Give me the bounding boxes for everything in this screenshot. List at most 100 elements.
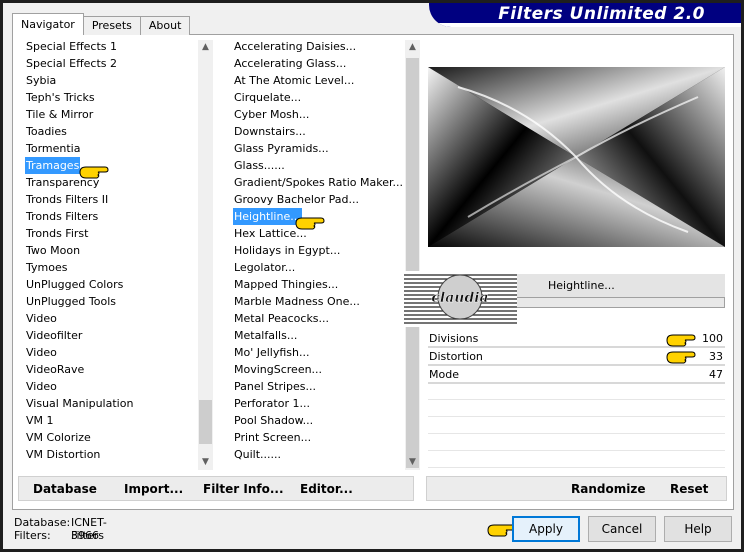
list-item[interactable]: Video [18,310,196,327]
list-item[interactable]: Videofilter [18,327,196,344]
list-item-label: MovingScreen... [234,363,323,376]
param-name: Distortion [429,350,483,363]
preview-image [428,67,725,247]
list-item-label: Visual Manipulation [26,397,134,410]
status-filters-value: 3966 [71,529,99,542]
category-scrollbar[interactable]: ▲ ▼ [198,40,213,470]
database-button[interactable]: Database [33,482,97,496]
list-item-label: At The Atomic Level... [234,74,355,87]
list-item[interactable]: VM Distortion [18,446,196,463]
status-database: Database: ICNET-Filters [14,516,107,542]
list-item-label: UnPlugged Colors [26,278,124,291]
list-item[interactable]: MovingScreen... [226,361,404,378]
scroll-down-icon[interactable]: ▼ [198,455,213,470]
list-item[interactable]: Downstairs... [226,123,404,140]
tab-about[interactable]: About [139,16,191,35]
tab-presets[interactable]: Presets [82,16,141,35]
list-item-label: Glass...... [234,159,285,172]
list-item[interactable]: Perforator 1... [226,395,404,412]
list-item[interactable]: VideoRave [18,361,196,378]
empty-param-slots [428,383,725,471]
randomize-button[interactable]: Randomize [571,482,645,496]
list-item[interactable]: Accelerating Glass... [226,55,404,72]
filter-list[interactable]: Accelerating Daisies... Accelerating Glas… [226,38,404,470]
list-item-label: Tramages [25,157,81,174]
list-item[interactable]: Tormentia [18,140,196,157]
list-item[interactable]: Marble Madness One... [226,293,404,310]
list-item[interactable]: At The Atomic Level... [226,72,404,89]
scroll-down-icon[interactable]: ▼ [405,455,420,470]
list-item-label: Teph's Tricks [26,91,95,104]
list-item[interactable]: Metal Peacocks... [226,310,404,327]
param-mode[interactable]: Mode 47 [428,366,725,384]
filter-info-button[interactable]: Filter Info... [203,482,284,496]
list-item-label: Mo' Jellyfish... [234,346,310,359]
list-item[interactable]: VM Colorize [18,429,196,446]
list-item[interactable]: Mapped Thingies... [226,276,404,293]
list-item[interactable]: Toadies [18,123,196,140]
list-item[interactable]: Mo' Jellyfish... [226,344,404,361]
list-item-label: Quilt...... [234,448,282,461]
current-filter-name: Heightline... [548,279,615,292]
help-button[interactable]: Help [664,516,732,542]
list-item[interactable]: Visual Manipulation [18,395,196,412]
list-item[interactable]: Sybia [18,72,196,89]
editor-button[interactable]: Editor... [300,482,353,496]
list-item[interactable]: VM 1 [18,412,196,429]
list-item[interactable]: Special Effects 1 [18,38,196,55]
list-item-label: Two Moon [26,244,81,257]
list-item[interactable]: Legolator... [226,259,404,276]
list-item[interactable]: Tronds Filters II [18,191,196,208]
list-item-label: Special Effects 2 [26,57,118,70]
list-item[interactable]: Holidays in Egypt... [226,242,404,259]
list-item-label: Tormentia [26,142,81,155]
list-item[interactable]: Quilt...... [226,446,404,463]
list-item[interactable]: Accelerating Daisies... [226,38,404,55]
scroll-thumb[interactable] [199,400,212,444]
list-item[interactable]: Cirquelate... [226,89,404,106]
import-button[interactable]: Import... [124,482,183,496]
list-item[interactable]: Glass Pyramids... [226,140,404,157]
pointing-hand-icon [666,334,696,347]
scroll-up-icon[interactable]: ▲ [198,40,213,55]
list-item[interactable]: UnPlugged Colors [18,276,196,293]
list-item[interactable]: Metalfalls... [226,327,404,344]
list-item[interactable]: Gradient/Spokes Ratio Maker... [226,174,404,191]
list-item[interactable]: Video [18,344,196,361]
list-item[interactable]: Groovy Bachelor Pad... [226,191,404,208]
param-value: 33 [709,350,723,363]
database-toolbar: Database Import... Filter Info... Editor… [18,476,414,501]
list-item[interactable]: Cyber Mosh... [226,106,404,123]
tab-navigator[interactable]: Navigator [12,13,84,35]
list-item[interactable]: UnPlugged Tools [18,293,196,310]
list-item-label: VideoRave [26,363,85,376]
pointing-hand-icon [666,351,696,364]
list-item[interactable]: Pool Shadow... [226,412,404,429]
list-item-label: UnPlugged Tools [26,295,116,308]
list-item-label: Glass Pyramids... [234,142,329,155]
list-item[interactable]: Panel Stripes... [226,378,404,395]
list-item[interactable]: Special Effects 2 [18,55,196,72]
list-item-label: Accelerating Daisies... [234,40,357,53]
reset-button[interactable]: Reset [670,482,708,496]
list-item-label: Accelerating Glass... [234,57,347,70]
filter-scrollbar[interactable]: ▲ ▼ [405,40,420,470]
list-item[interactable]: Glass...... [226,157,404,174]
list-item[interactable]: Video [18,378,196,395]
scroll-up-icon[interactable]: ▲ [405,40,420,55]
list-item[interactable]: Tronds First [18,225,196,242]
list-item-label: Tronds Filters II [26,193,109,206]
category-list[interactable]: Special Effects 1 Special Effects 2 Sybia T… [18,38,196,470]
list-item-label: Perforator 1... [234,397,310,410]
scroll-thumb[interactable] [406,58,419,468]
window-title: Filters Unlimited 2.0 [498,4,705,24]
list-item-label: Metal Peacocks... [234,312,330,325]
list-item[interactable]: Tronds Filters [18,208,196,225]
list-item[interactable]: Tile & Mirror [18,106,196,123]
list-item[interactable]: Two Moon [18,242,196,259]
list-item[interactable]: Print Screen... [226,429,404,446]
cancel-button[interactable]: Cancel [588,516,656,542]
list-item[interactable]: Tymoes [18,259,196,276]
list-item[interactable]: Teph's Tricks [18,89,196,106]
apply-button[interactable]: Apply [512,516,580,542]
